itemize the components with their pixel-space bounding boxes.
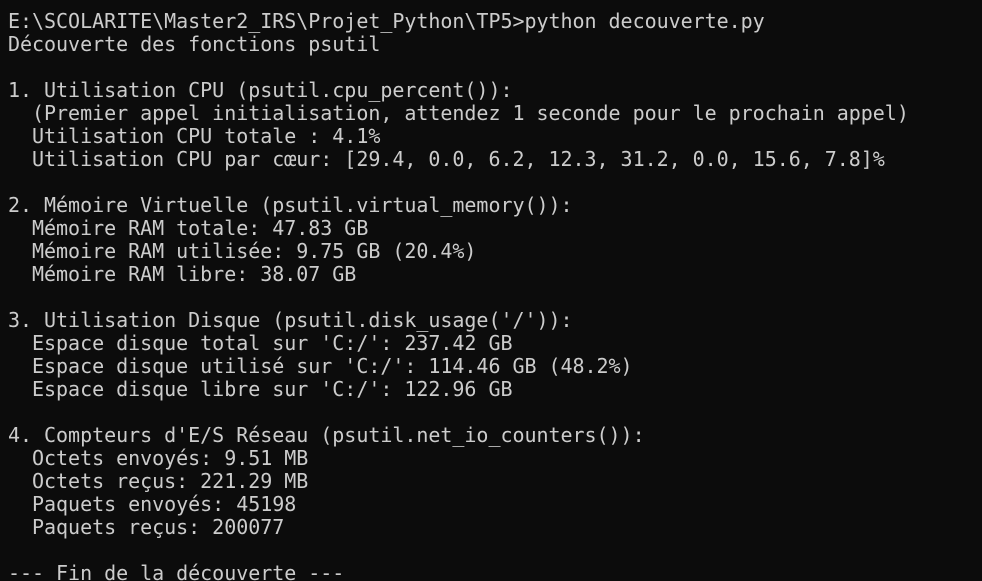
end-banner: --- Fin de la découverte --- [8,561,345,581]
ram-total: Mémoire RAM totale: 47.83 GB [8,216,369,240]
cpu-init-note: (Premier appel initialisation, attendez … [8,101,909,125]
section-cpu-title: 1. Utilisation CPU (psutil.cpu_percent()… [8,78,513,102]
bytes-received: Octets reçus: 221.29 MB [8,469,309,493]
packets-received: Paquets reçus: 200077 [8,515,285,539]
command-prompt-line: E:\SCOLARITE\Master2_IRS\Projet_Python\T… [8,9,765,33]
disk-used: Espace disque utilisé sur 'C:/': 114.46 … [8,354,633,378]
packets-sent: Paquets envoyés: 45198 [8,492,297,516]
bytes-sent: Octets envoyés: 9.51 MB [8,446,309,470]
cpu-per-core-usage: Utilisation CPU par cœur: [29.4, 0.0, 6.… [8,147,885,171]
section-disk-title: 3. Utilisation Disque (psutil.disk_usage… [8,308,573,332]
terminal-window[interactable]: E:\SCOLARITE\Master2_IRS\Projet_Python\T… [0,0,982,581]
output-heading: Découverte des fonctions psutil [8,32,381,56]
ram-used: Mémoire RAM utilisée: 9.75 GB (20.4%) [8,239,477,263]
section-network-title: 4. Compteurs d'E/S Réseau (psutil.net_io… [8,423,645,447]
section-memory-title: 2. Mémoire Virtuelle (psutil.virtual_mem… [8,193,573,217]
ram-free: Mémoire RAM libre: 38.07 GB [8,262,357,286]
disk-total: Espace disque total sur 'C:/': 237.42 GB [8,331,513,355]
disk-free: Espace disque libre sur 'C:/': 122.96 GB [8,377,513,401]
cpu-total-usage: Utilisation CPU totale : 4.1% [8,124,381,148]
